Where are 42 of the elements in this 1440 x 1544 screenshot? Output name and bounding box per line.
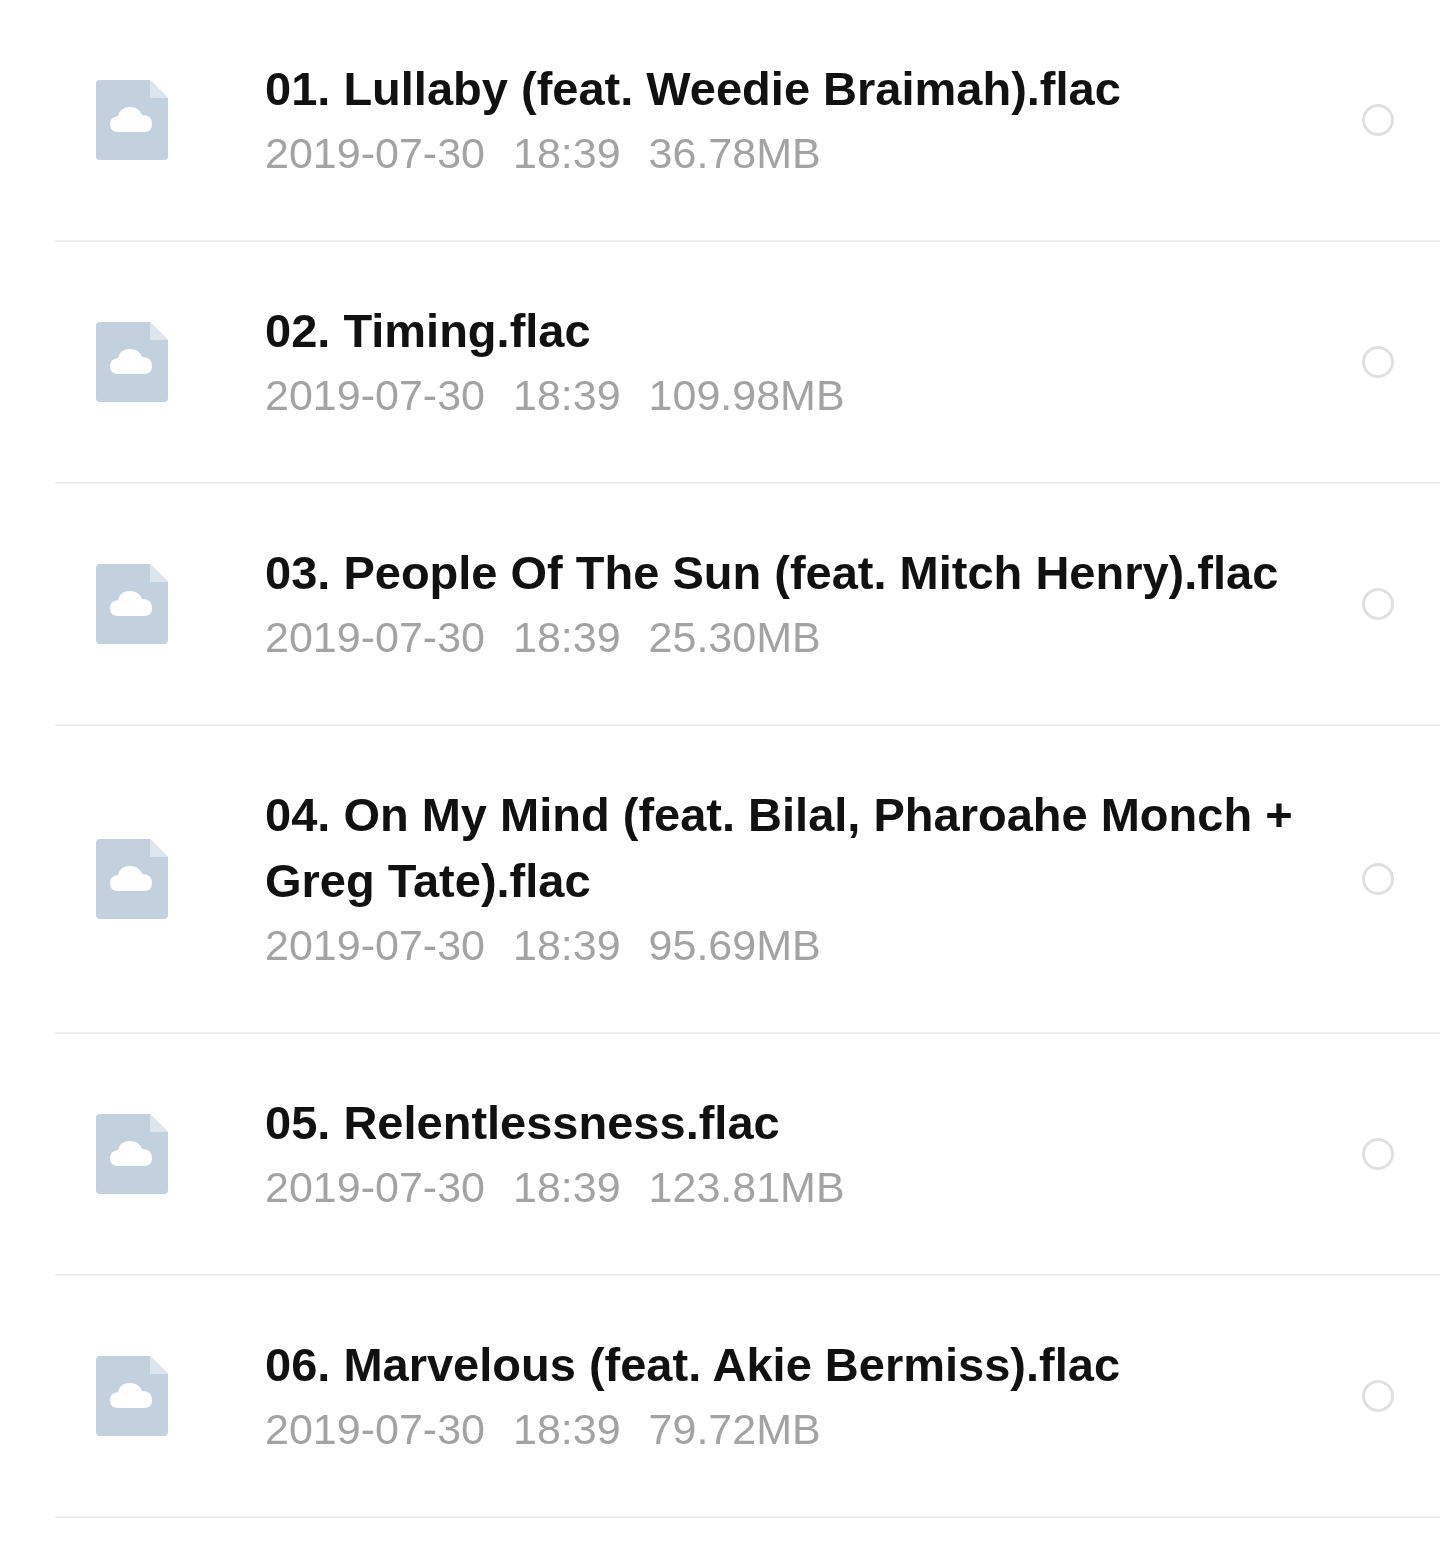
file-size: 25.30MB (648, 612, 821, 663)
file-size: 109.98MB (648, 370, 845, 421)
file-name: 04. On My Mind (feat. Bilal, Pharoahe Monch + Greg Tate).flac (265, 787, 1294, 909)
select-radio[interactable] (1362, 863, 1394, 895)
file-row[interactable]: 03. People Of The Sun (feat. Mitch Henry).flac 2019-07-30 18:39 25.30MB (55, 484, 1440, 726)
select-radio[interactable] (1362, 1138, 1394, 1170)
file-name: 01. Lullaby (feat. Weedie Braimah).flac (265, 61, 1122, 117)
file-date: 2019-07-30 (265, 370, 485, 421)
file-size: 79.72MB (648, 1404, 821, 1455)
file-size: 95.69MB (648, 920, 821, 971)
file-size: 123.81MB (648, 1162, 845, 1213)
file-row[interactable]: 02. Timing.flac 2019-07-30 18:39 109.98MB (55, 242, 1440, 484)
file-name: 03. People Of The Sun (feat. Mitch Henry).flac (265, 545, 1280, 601)
cloud-file-icon (96, 1356, 168, 1436)
file-date: 2019-07-30 (265, 1162, 485, 1213)
file-row[interactable]: 04. On My Mind (feat. Bilal, Pharoahe Monch + Greg Tate).flac 2019-07-30 18:39 95.69MB (55, 726, 1440, 1034)
file-row[interactable]: 05. Relentlessness.flac 2019-07-30 18:39 123.81MB (55, 1034, 1440, 1276)
file-name: 02. Timing.flac (265, 303, 592, 359)
select-radio[interactable] (1362, 104, 1394, 136)
cloud-file-icon (96, 80, 168, 160)
cloud-file-icon (96, 564, 168, 644)
select-radio[interactable] (1362, 588, 1394, 620)
file-time: 18:39 (512, 1162, 621, 1213)
select-radio[interactable] (1362, 1380, 1394, 1412)
file-size: 36.78MB (648, 128, 821, 179)
file-row[interactable]: 06. Marvelous (feat. Akie Bermiss).flac 2019-07-30 18:39 79.72MB (55, 1276, 1440, 1518)
file-name: 06. Marvelous (feat. Akie Bermiss).flac (265, 1337, 1122, 1393)
file-name: 05. Relentlessness.flac (265, 1095, 781, 1151)
cloud-file-icon (96, 322, 168, 402)
select-radio[interactable] (1362, 346, 1394, 378)
cloud-file-icon (96, 839, 168, 919)
file-date: 2019-07-30 (265, 920, 485, 971)
file-time: 18:39 (512, 1404, 621, 1455)
file-time: 18:39 (512, 920, 621, 971)
file-date: 2019-07-30 (265, 128, 485, 179)
cloud-file-icon (96, 1114, 168, 1194)
file-time: 18:39 (512, 612, 621, 663)
file-time: 18:39 (512, 128, 621, 179)
file-date: 2019-07-30 (265, 1404, 485, 1455)
file-date: 2019-07-30 (265, 612, 485, 663)
file-time: 18:39 (512, 370, 621, 421)
file-row[interactable]: 01. Lullaby (feat. Weedie Braimah).flac 2019-07-30 18:39 36.78MB (55, 0, 1440, 242)
